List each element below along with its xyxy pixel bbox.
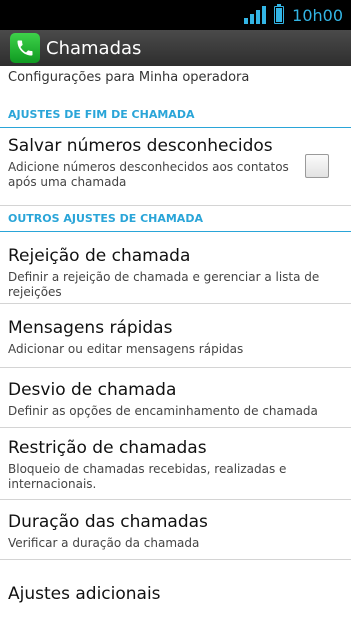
list-item-summary: Configurações para Minha operadora xyxy=(8,70,250,85)
pref-summary: Definir a rejeição de chamada e gerencia… xyxy=(8,270,320,299)
pref-additional-settings[interactable]: Ajustes adicionais xyxy=(0,560,351,618)
pref-summary: Verificar a duração da chamada xyxy=(8,536,200,550)
pref-title: Desvio de chamada xyxy=(8,380,177,400)
pref-summary: Adicionar ou editar mensagens rápidas xyxy=(8,342,244,356)
pref-call-rejection[interactable]: Rejeição de chamada Definir a rejeição d… xyxy=(0,232,351,304)
pref-title: Restrição de chamadas xyxy=(8,438,207,458)
pref-quick-messages[interactable]: Mensagens rápidas Adicionar ou editar me… xyxy=(0,304,351,368)
save-unknown-checkbox[interactable] xyxy=(305,154,329,178)
page-title: Chamadas xyxy=(46,37,142,59)
signal-icon xyxy=(244,6,267,24)
pref-summary: Adicione números desconhecidos aos conta… xyxy=(8,160,289,189)
pref-summary: Definir as opções de encaminhamento de c… xyxy=(8,404,318,418)
action-bar: Chamadas xyxy=(0,30,351,66)
pref-summary: Bloqueio de chamadas recebidas, realizad… xyxy=(8,462,287,491)
battery-icon xyxy=(274,4,285,24)
pref-title: Mensagens rápidas xyxy=(8,318,173,338)
list-item-operator-settings[interactable]: Configurações para Minha operadora xyxy=(0,66,351,102)
status-time: 10h00 xyxy=(292,5,343,25)
pref-title: Duração das chamadas xyxy=(8,512,208,532)
pref-call-barring[interactable]: Restrição de chamadas Bloqueio de chamad… xyxy=(0,428,351,500)
section-header-other-call: OUTROS AJUSTES DE CHAMADA xyxy=(0,206,351,232)
settings-list: Configurações para Minha operadora AJUST… xyxy=(0,66,351,618)
phone-icon[interactable] xyxy=(10,33,40,63)
section-header-end-call: AJUSTES DE FIM DE CHAMADA xyxy=(0,102,351,128)
pref-call-forwarding[interactable]: Desvio de chamada Definir as opções de e… xyxy=(0,368,351,428)
status-bar: 10h00 xyxy=(0,0,351,30)
pref-title: Ajustes adicionais xyxy=(8,584,161,604)
pref-save-unknown-numbers[interactable]: Salvar números desconhecidos Adicione nú… xyxy=(0,128,351,206)
pref-call-duration[interactable]: Duração das chamadas Verificar a duração… xyxy=(0,500,351,560)
pref-title: Rejeição de chamada xyxy=(8,246,191,266)
pref-title: Salvar números desconhecidos xyxy=(8,136,273,156)
